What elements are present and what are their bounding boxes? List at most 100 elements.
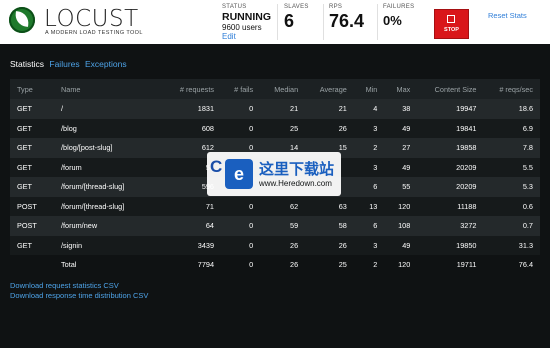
reset-stats-link[interactable]: Reset Stats — [488, 11, 527, 20]
stop-label: STOP — [444, 27, 459, 33]
column-header-name: Name — [61, 84, 81, 94]
edit-link[interactable]: Edit — [222, 32, 282, 41]
cell-content-size: 19850 — [456, 240, 477, 250]
failures-label: FAILURES — [383, 4, 415, 10]
status-label: STATUS — [222, 4, 247, 10]
download-request-csv-link[interactable]: Download request statistics CSV — [10, 281, 119, 290]
cell-fails: 0 — [249, 104, 254, 114]
cell-reqs-per-sec: 18.6 — [518, 104, 533, 114]
logo-tagline: A MODERN LOAD TESTING TOOL — [45, 30, 143, 36]
table-header-row: Type Name # requests # fails Median Aver… — [10, 79, 540, 99]
tab-statistics[interactable]: Statistics — [10, 59, 44, 69]
cell-reqs-per-sec: 5.5 — [522, 162, 533, 172]
cell-median: 26 — [260, 255, 306, 275]
cell-max: 49 — [402, 123, 411, 133]
cell-reqs-per-sec: 5.3 — [522, 182, 533, 192]
tab-exceptions[interactable]: Exceptions — [85, 59, 127, 69]
column-header-fails: # fails — [234, 84, 254, 94]
cell-min: 3 — [373, 123, 378, 133]
cell-name: /signin — [61, 240, 83, 250]
table-row: GET / 1831 0 21 21 4 38 19947 18.6 — [10, 99, 540, 119]
cell-max: 49 — [402, 162, 411, 172]
column-header-min: Min — [365, 84, 378, 94]
cell-fails: 0 — [249, 123, 254, 133]
logo-text: LOCUST — [44, 6, 139, 32]
watermark-logo-icon: e — [225, 159, 253, 189]
locust-logo-icon — [9, 7, 35, 33]
cell-min: 6 — [373, 182, 378, 192]
cell-fails: 0 — [221, 255, 261, 275]
failures-box: FAILURES 0% — [383, 4, 428, 40]
cell-name: /blog — [61, 123, 77, 133]
download-response-csv-link[interactable]: Download response time distribution CSV — [10, 291, 148, 300]
column-header-content-size: Content Size — [434, 84, 477, 94]
column-header-requests: # requests — [179, 84, 214, 94]
cell-min: 4 — [373, 104, 378, 114]
rps-label: RPS — [329, 4, 343, 10]
table-row: GET /signin 3439 0 26 26 3 49 19850 31.3 — [10, 235, 540, 255]
cell-content-size: 20209 — [456, 182, 477, 192]
cell-requests: 3439 — [197, 240, 214, 250]
cell-min: 13 — [369, 201, 378, 211]
cell-name: /forum/[thread-slug] — [61, 182, 125, 192]
cell-average: 21 — [338, 104, 347, 114]
column-header-reqs-per-sec: # reqs/sec — [499, 84, 533, 94]
cell-min: 3 — [373, 240, 378, 250]
cell-content-size: 19858 — [456, 143, 477, 153]
cell-type — [10, 255, 54, 275]
divider — [277, 4, 278, 40]
cell-content-size: 19711 — [417, 255, 484, 275]
rps-value: 76.4 — [329, 11, 365, 31]
cell-fails: 0 — [249, 221, 254, 231]
cell-min: 3 — [373, 162, 378, 172]
cell-content-size: 19841 — [456, 123, 477, 133]
cell-type: GET — [17, 104, 32, 114]
cell-max: 120 — [384, 255, 418, 275]
cell-requests: 64 — [205, 221, 214, 231]
cell-average: 26 — [338, 240, 347, 250]
cell-max: 49 — [402, 240, 411, 250]
cell-requests: 71 — [205, 201, 214, 211]
slaves-label: SLAVES — [284, 4, 309, 10]
cell-median: 62 — [290, 201, 299, 211]
cell-fails: 0 — [249, 240, 254, 250]
cell-reqs-per-sec: 0.6 — [522, 201, 533, 211]
cell-name: Total — [54, 255, 164, 275]
cell-average: 58 — [338, 221, 347, 231]
cell-reqs-per-sec: 6.9 — [522, 123, 533, 133]
slaves-value: 6 — [284, 11, 295, 31]
header-bar: LOCUST A MODERN LOAD TESTING TOOL STATUS… — [0, 0, 550, 44]
divider — [377, 4, 378, 40]
cell-average: 63 — [338, 201, 347, 211]
cell-name: /blog/[post-slug] — [61, 143, 113, 153]
cell-median: 26 — [290, 240, 299, 250]
cell-type: POST — [17, 221, 37, 231]
stop-button[interactable]: STOP — [434, 9, 469, 39]
cell-reqs-per-sec: 76.4 — [483, 255, 540, 275]
cell-name: / — [61, 104, 64, 114]
cell-name: /forum — [61, 162, 82, 172]
column-header-average: Average — [319, 84, 347, 94]
cell-content-size: 20209 — [456, 162, 477, 172]
cell-name: /forum/[thread-slug] — [61, 201, 125, 211]
cell-type: GET — [17, 162, 32, 172]
table-row: POST /forum/[thread-slug] 71 0 62 63 13 … — [10, 196, 540, 216]
divider — [323, 4, 324, 40]
failures-value: 0% — [383, 13, 402, 28]
cell-reqs-per-sec: 0.7 — [522, 221, 533, 231]
cell-reqs-per-sec: 31.3 — [518, 240, 533, 250]
cell-max: 120 — [398, 201, 411, 211]
table-row: POST /forum/new 64 0 59 58 6 108 3272 0.… — [10, 216, 540, 236]
stop-icon — [447, 15, 455, 23]
cell-requests: 608 — [201, 123, 214, 133]
cell-content-size: 3272 — [460, 221, 477, 231]
table-row: GET /blog 608 0 25 26 3 49 19841 6.9 — [10, 118, 540, 138]
cell-average: 25 — [305, 255, 354, 275]
cell-median: 59 — [290, 221, 299, 231]
column-header-max: Max — [396, 84, 411, 94]
tab-failures[interactable]: Failures — [49, 59, 79, 69]
total-row: Total 7794 0 26 25 2 120 19711 76.4 — [10, 255, 540, 275]
cell-max: 27 — [402, 143, 411, 153]
watermark-letter: C — [210, 157, 223, 176]
slaves-box: SLAVES 6 — [284, 4, 320, 40]
